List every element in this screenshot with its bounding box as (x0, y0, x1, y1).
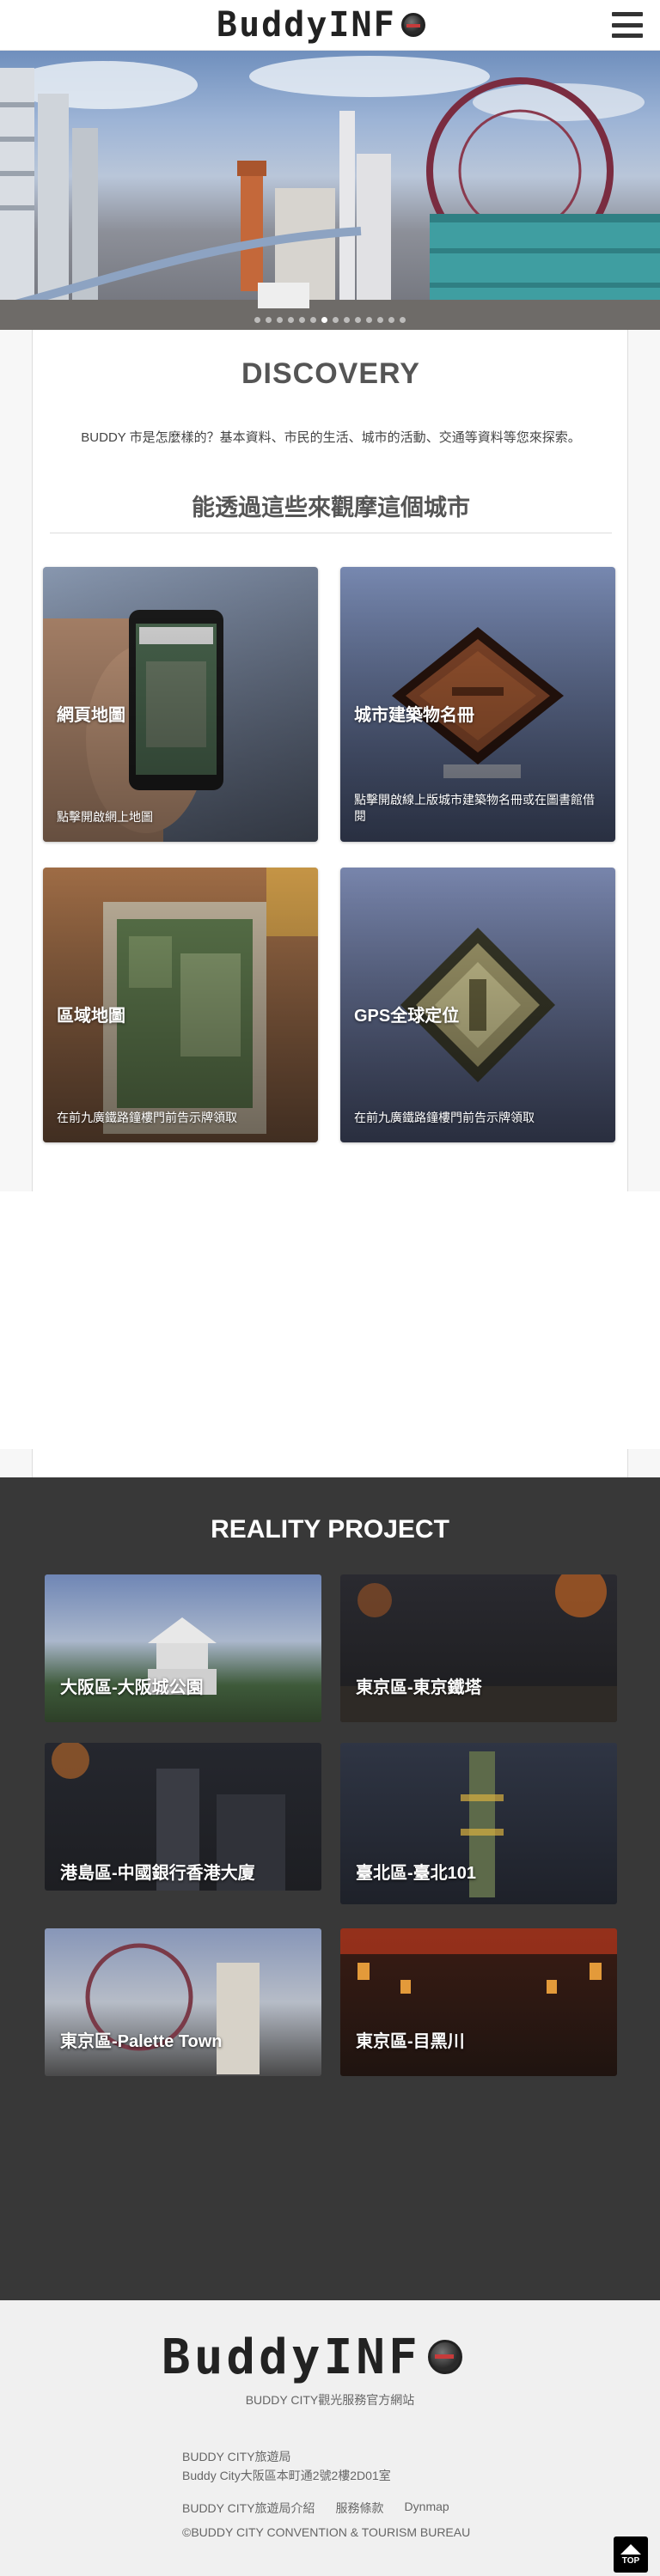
footer-links: BUDDY CITY旅遊局介紹 服務條款 Dynmap (182, 2500, 449, 2517)
tokyo-tower-image (340, 1574, 617, 1722)
hero-carousel[interactable] (0, 51, 660, 330)
card-title: GPS全球定位 (354, 1007, 460, 1026)
carousel-dot[interactable] (388, 317, 394, 323)
carousel-dot[interactable] (333, 317, 339, 323)
reality-card-label: 東京區-東京鐵塔 (356, 1678, 482, 1697)
back-to-top-button[interactable]: TOP (614, 2536, 648, 2573)
reality-card-label: 東京區-Palette Town (60, 2032, 223, 2051)
hamburger-icon-bar (612, 33, 643, 38)
carousel-dot[interactable] (321, 317, 327, 323)
blank-band (0, 1191, 660, 1449)
discovery-section: DISCOVERY BUDDY 市是怎麼樣的？基本資料、市民的生活、城市的活動、… (0, 330, 660, 1477)
card-description: 點擊開啟網上地圖 (57, 810, 153, 824)
carousel-dot[interactable] (310, 317, 316, 323)
meguro-river-lanterns-image (340, 1928, 617, 1994)
carousel-dot[interactable] (355, 317, 361, 323)
carousel-dot[interactable] (288, 317, 294, 323)
footer-org: BUDDY CITY旅遊局 (182, 2450, 291, 2463)
hamburger-menu-button[interactable] (612, 12, 643, 38)
footer-logo[interactable]: BuddyINF (162, 2329, 462, 2385)
carousel-dot[interactable] (266, 317, 272, 323)
ferris-wheel-image (85, 1943, 260, 2074)
footer-address: Buddy City大阪區本町通2號2樓2D01室 (182, 2469, 391, 2482)
arrow-up-icon (620, 2543, 641, 2555)
footer-logo-text: BuddyINF (162, 2329, 421, 2385)
card-building-registry[interactable]: 城市建築物名冊 點擊開啟線上版城市建築物名冊或在圖書館借閱 (340, 567, 615, 842)
osaka-castle-image (148, 1617, 217, 1695)
carousel-dot[interactable] (344, 317, 350, 323)
card-description: 在前九廣鐵路鐘樓門前告示牌領取 (354, 1111, 535, 1124)
reality-card-tokyo-tower[interactable]: 東京區-東京鐵塔 (340, 1574, 617, 1722)
carousel-dot[interactable] (277, 317, 283, 323)
logo-text: BuddyINF (217, 5, 396, 45)
card-title: 網頁地圖 (57, 706, 125, 725)
logo-ball-icon (427, 2340, 462, 2374)
discovery-title: DISCOVERY (241, 357, 420, 390)
reality-card-meguro-river[interactable]: 東京區-目黑川 (340, 1928, 617, 2076)
discovery-description: BUDDY 市是怎麼樣的？基本資料、市民的生活、城市的活動、交通等資料等您來探索… (81, 430, 581, 445)
reality-card-bank-of-china[interactable]: 港島區-中國銀行香港大廈 (45, 1743, 321, 1891)
carousel-dot[interactable] (254, 317, 260, 323)
footer-tagline: BUDDY CITY觀光服務官方網站 (245, 2393, 415, 2407)
reality-card-label: 大阪區-大阪城公園 (60, 1678, 204, 1697)
site-header: BuddyINF (0, 0, 660, 51)
reality-project-section: REALITY PROJECT 大阪區-大阪城公園 東京區-東京鐵塔 港島區-中… (0, 1477, 660, 2300)
top-label: TOP (621, 2555, 640, 2566)
footer-link-dynmap[interactable]: Dynmap (405, 2500, 449, 2517)
hamburger-icon (612, 12, 643, 16)
hamburger-icon-bar (612, 22, 643, 27)
card-title: 城市建築物名冊 (354, 706, 474, 725)
discovery-subtitle: 能透過這些來觀摩這個城市 (192, 495, 470, 521)
footer-link-about[interactable]: BUDDY CITY旅遊局介紹 (182, 2500, 315, 2517)
carousel-dot[interactable] (377, 317, 383, 323)
footer-link-terms[interactable]: 服務條款 (336, 2500, 384, 2517)
card-description: 點擊開啟線上版城市建築物名冊或在圖書館借閱 (354, 793, 595, 823)
site-footer: BuddyINF BUDDY CITY觀光服務官方網站 BUDDY CITY旅遊… (0, 2300, 660, 2576)
carousel-dot[interactable] (299, 317, 305, 323)
reality-card-palette-town[interactable]: 東京區-Palette Town (45, 1928, 321, 2076)
carousel-dot[interactable] (400, 317, 406, 323)
site-logo[interactable]: BuddyINF (217, 3, 425, 46)
reality-card-osaka-castle[interactable]: 大阪區-大阪城公園 (45, 1574, 321, 1722)
carousel-dot[interactable] (366, 317, 372, 323)
reality-card-label: 東京區-目黑川 (356, 2032, 465, 2051)
footer-copyright: ©BUDDY CITY CONVENTION & TOURISM BUREAU (182, 2525, 471, 2539)
card-title: 區域地圖 (57, 1007, 125, 1026)
card-description: 在前九廣鐵路鐘樓門前告示牌領取 (57, 1111, 237, 1124)
card-area-map[interactable]: 區域地圖 在前九廣鐵路鐘樓門前告示牌領取 (43, 868, 318, 1142)
hero-image (0, 56, 660, 330)
reality-title: REALITY PROJECT (211, 1515, 449, 1544)
card-gps[interactable]: GPS全球定位 在前九廣鐵路鐘樓門前告示牌領取 (340, 868, 615, 1142)
reality-card-taipei-101[interactable]: 臺北區-臺北101 (340, 1743, 617, 1904)
carousel-dots (0, 317, 660, 323)
reality-card-label: 港島區-中國銀行香港大廈 (60, 1864, 255, 1883)
card-web-map[interactable]: 網頁地圖 點擊開啟網上地圖 (43, 567, 318, 842)
logo-ball-icon (400, 13, 425, 37)
reality-card-label: 臺北區-臺北101 (356, 1864, 477, 1883)
